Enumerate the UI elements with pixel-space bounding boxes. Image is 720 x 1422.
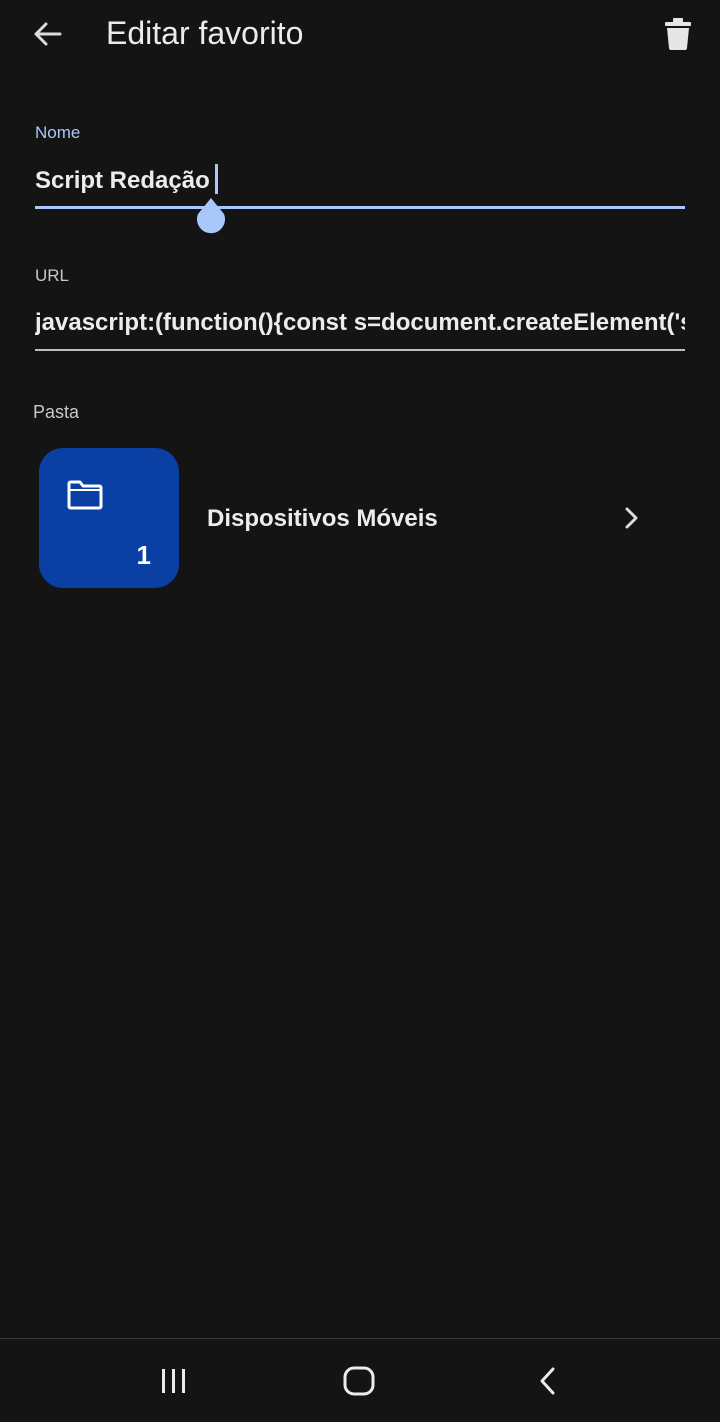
system-navigation-bar [0,1338,720,1422]
text-caret [214,164,218,194]
folder-count: 1 [136,540,151,570]
name-label: Nome [35,123,81,142]
folder-label: Pasta [33,402,80,422]
nav-back-button[interactable] [518,1357,578,1405]
home-icon [343,1366,375,1396]
trash-icon [665,18,691,50]
name-field[interactable]: Script Redação [35,164,685,196]
back-button[interactable] [24,12,72,56]
arrow-left-icon [34,22,62,46]
page-title: Editar favorito [106,15,304,51]
url-label: URL [35,266,70,285]
delete-button[interactable] [654,10,702,58]
folder-icon [67,480,103,510]
name-field-underline [35,206,685,209]
folder-name: Dispositivos Móveis [207,505,438,532]
url-field-underline [35,349,685,351]
app-bar: Editar favorito [0,0,720,68]
back-icon [540,1367,555,1395]
folder-tile: 1 [39,448,179,588]
recent-apps-icon [162,1369,185,1393]
folder-selector[interactable]: 1 Dispositivos Móveis [0,440,720,596]
edit-bookmark-screen: Editar favorito Nome Script Redação URL … [0,0,720,1422]
cursor-handle-icon[interactable] [193,196,229,238]
chevron-right-icon [625,507,638,529]
url-field[interactable]: javascript:(function(){const s=document.… [35,308,685,338]
recent-apps-button[interactable] [144,1357,204,1405]
home-button[interactable] [330,1357,390,1405]
name-value: Script Redação [35,167,210,194]
